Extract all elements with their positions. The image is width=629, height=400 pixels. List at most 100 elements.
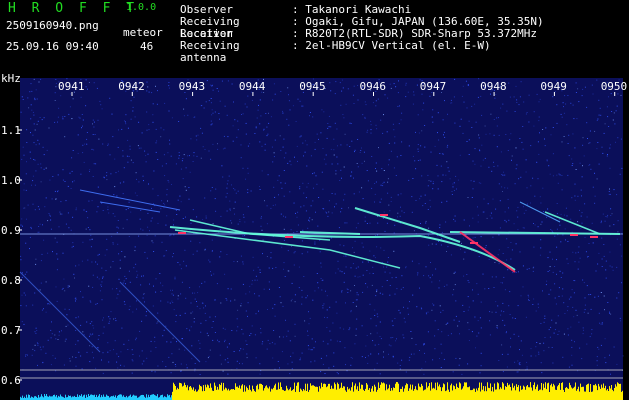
noise-pixel	[393, 250, 395, 252]
power-bar	[384, 383, 385, 400]
noise-pixel	[304, 320, 306, 322]
noise-pixel	[575, 169, 577, 170]
power-bar	[322, 386, 323, 400]
noise-pixel	[132, 162, 134, 164]
noise-pixel	[127, 349, 129, 350]
noise-pixel	[372, 266, 374, 268]
noise-pixel	[232, 125, 234, 127]
noise-pixel	[242, 113, 244, 115]
noise-pixel	[128, 155, 130, 157]
noise-pixel	[164, 255, 166, 257]
power-bar	[130, 394, 131, 400]
noise-pixel	[439, 305, 441, 307]
noise-pixel	[463, 311, 465, 312]
power-bar	[474, 388, 475, 400]
power-bar	[609, 386, 610, 400]
noise-pixel	[285, 216, 287, 218]
power-bar	[240, 388, 241, 400]
noise-pixel	[212, 339, 214, 341]
noise-pixel	[538, 101, 540, 103]
noise-pixel	[515, 147, 517, 149]
noise-pixel	[56, 241, 58, 243]
noise-pixel	[144, 150, 146, 152]
noise-pixel	[619, 317, 621, 319]
noise-pixel	[275, 204, 276, 206]
noise-pixel	[442, 153, 444, 155]
noise-pixel	[137, 274, 139, 276]
power-bar	[309, 389, 310, 400]
noise-pixel	[326, 309, 328, 311]
noise-pixel	[439, 224, 441, 226]
power-bar	[522, 389, 523, 400]
noise-pixel	[389, 272, 391, 274]
noise-pixel	[301, 253, 303, 255]
noise-pixel	[466, 107, 468, 109]
noise-pixel	[63, 278, 65, 280]
noise-pixel	[288, 124, 290, 126]
noise-pixel	[185, 297, 187, 299]
power-bar	[272, 389, 273, 400]
noise-pixel	[390, 201, 392, 202]
power-bar	[540, 389, 541, 400]
noise-pixel	[164, 102, 166, 104]
noise-pixel	[192, 292, 194, 294]
noise-pixel	[378, 147, 379, 149]
noise-pixel	[528, 296, 530, 298]
noise-pixel	[362, 261, 364, 263]
noise-pixel	[69, 360, 71, 362]
noise-pixel	[512, 317, 514, 319]
noise-pixel	[92, 333, 94, 335]
noise-pixel	[52, 251, 53, 253]
noise-pixel	[147, 86, 149, 88]
noise-pixel	[392, 123, 394, 125]
noise-pixel	[491, 170, 493, 172]
noise-pixel	[453, 272, 455, 274]
noise-pixel	[199, 286, 200, 288]
power-bar	[162, 394, 163, 400]
noise-pixel	[331, 212, 333, 214]
noise-pixel	[388, 142, 390, 144]
noise-pixel	[34, 97, 36, 99]
noise-pixel	[50, 329, 52, 331]
noise-pixel	[350, 290, 352, 292]
noise-pixel	[150, 340, 152, 342]
noise-pixel	[50, 337, 52, 339]
power-bar	[621, 391, 622, 400]
power-bar	[591, 391, 592, 400]
noise-pixel	[339, 180, 341, 181]
power-bar	[249, 385, 250, 400]
power-bar	[600, 388, 601, 400]
power-bar	[495, 389, 496, 400]
noise-pixel	[281, 187, 283, 189]
noise-pixel	[199, 374, 201, 375]
noise-pixel	[303, 205, 305, 207]
power-bar	[96, 394, 97, 400]
noise-pixel	[583, 155, 585, 157]
power-bar	[205, 384, 206, 400]
noise-pixel	[30, 132, 31, 134]
noise-pixel	[454, 122, 456, 124]
noise-pixel	[442, 119, 444, 121]
noise-pixel	[376, 289, 378, 291]
noise-pixel	[579, 162, 581, 164]
noise-pixel	[546, 160, 548, 162]
noise-pixel	[160, 208, 162, 210]
noise-pixel	[299, 359, 301, 361]
noise-pixel	[234, 119, 236, 121]
noise-pixel	[23, 183, 25, 185]
noise-pixel	[89, 335, 90, 337]
noise-pixel	[573, 118, 575, 120]
noise-pixel	[266, 256, 268, 257]
noise-pixel	[73, 180, 75, 182]
noise-pixel	[210, 271, 211, 273]
noise-pixel	[151, 217, 153, 219]
power-bar	[248, 389, 249, 400]
info-row-antenna: Receiving antenna : 2el-HB9CV Vertical (…	[180, 40, 544, 64]
noise-pixel	[90, 246, 92, 248]
noise-pixel	[429, 206, 431, 208]
noise-pixel	[64, 340, 66, 342]
noise-pixel	[566, 258, 568, 260]
noise-pixel	[215, 210, 217, 212]
noise-pixel	[89, 300, 91, 302]
noise-pixel	[228, 175, 230, 177]
